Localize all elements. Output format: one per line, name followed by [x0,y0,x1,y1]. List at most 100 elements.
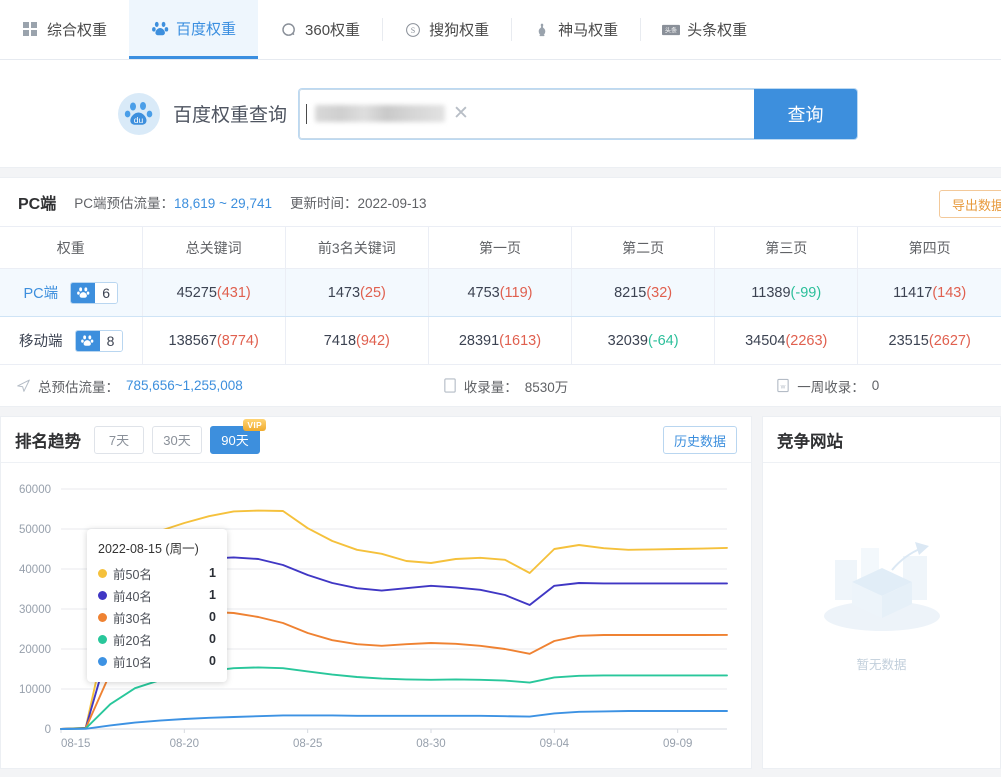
range-90d-button[interactable]: 90天 VIP [210,426,260,454]
rank-trend-chart[interactable]: 010000200003000040000500006000008-1508-2… [1,463,753,763]
tab-zonghe[interactable]: 综合权重 [0,0,129,59]
svg-text:60000: 60000 [19,484,51,496]
col-page4: 第四页 [858,227,1001,269]
search-bar: ✕ 查询 [299,89,857,139]
cell-main: 34504 [745,333,785,349]
indexed-count-value: 8530万 [525,376,569,396]
cell-page3: 11389(-99) [715,269,858,317]
weight-badge: 6 [70,282,118,304]
cell-top3-keywords: 1473(25) [285,269,428,317]
cell-page1: 4753(119) [428,269,571,317]
competitor-header: 竞争网站 [763,417,1000,463]
tooltip-series-name: 前30名 [113,608,209,627]
tab-label: 搜狗权重 [429,19,489,40]
indexed-count-label: 收录量： [464,376,518,396]
total-traffic-value: 785,656~1,255,008 [126,378,243,393]
svg-text:09-04: 09-04 [540,738,570,750]
pc-overview-card: PC端 PC端预估流量：18,619 ~ 29,741 更新时间：2022-09… [0,177,1001,407]
cell-total-keywords: 138567(8774) [142,317,285,365]
col-top3-keywords: 前3名关键词 [285,227,428,269]
close-icon[interactable]: ✕ [453,104,469,123]
tab-label: 综合权重 [47,19,107,40]
svg-text:S: S [411,26,415,35]
tooltip-series-name: 前20名 [113,630,209,649]
table-row[interactable]: 移动端 8 [0,317,1001,365]
cell-main: 1473 [328,285,360,301]
tab-shenma[interactable]: 神马权重 [511,0,640,59]
tooltip-series-name: 前10名 [113,652,209,671]
empty-box-icon [807,520,957,650]
cell-delta: (1613) [499,333,541,349]
search-input[interactable]: ✕ [299,89,754,139]
range-7d-button[interactable]: 7天 [94,426,144,454]
traffic-label: PC端预估流量： [74,196,174,211]
cell-delta: (942) [356,333,390,349]
svg-text:09-09: 09-09 [663,738,692,750]
tab-sogou[interactable]: S 搜狗权重 [382,0,511,59]
search-button[interactable]: 查询 [754,89,857,139]
weekly-indexed-label: 一周收录： [797,376,865,396]
cell-total-keywords: 45275(431) [142,269,285,317]
weight-source-tabbar: 综合权重 百度权重 360权重 S [0,0,1001,60]
cell-delta: (8774) [217,333,259,349]
cell-top3-keywords: 7418(942) [285,317,428,365]
traffic-estimate: PC端预估流量：18,619 ~ 29,741 [74,192,272,212]
circle-360-icon [280,21,298,39]
tab-360[interactable]: 360权重 [258,0,382,59]
baidu-bear-logo: du [118,93,160,135]
tooltip-row: 前10名 0 [98,650,216,672]
col-page2: 第二页 [572,227,715,269]
tooltip-row: 前50名 1 [98,562,216,584]
tooltip-series-value: 0 [209,632,216,646]
tooltip-series-value: 0 [209,610,216,624]
svg-text:0: 0 [45,724,51,736]
table-row[interactable]: PC端 6 [0,269,1001,317]
search-panel: du 百度权重查询 ✕ 查询 [0,60,1001,168]
svg-text:08-20: 08-20 [170,738,199,750]
col-weight: 权重 [0,227,142,269]
row-device-label: 移动端 [19,330,63,351]
competitor-panel: 竞争网站 暂无数据 [762,416,1001,769]
traffic-value: 18,619 ~ 29,741 [174,196,272,211]
row-device-cell: PC端 6 [0,269,142,317]
cell-delta: (-64) [648,333,679,349]
col-page3: 第三页 [715,227,858,269]
tooltip-series-value: 0 [209,654,216,668]
rank-trend-title: 排名趋势 [15,428,81,452]
document-icon [443,378,457,393]
cell-delta: (25) [360,285,386,301]
paper-plane-icon [16,378,31,393]
range-30d-button[interactable]: 30天 [152,426,202,454]
tab-baidu[interactable]: 百度权重 [129,0,258,59]
grid-icon [22,21,40,39]
svg-text:头条: 头条 [665,26,677,34]
table-header-row: 权重 总关键词 前3名关键词 第一页 第二页 第三页 第四页 [0,227,1001,269]
rank-trend-header: 排名趋势 7天 30天 90天 VIP 历史数据 [1,417,751,463]
tooltip-series-value: 1 [209,566,216,580]
weight-badge-value: 6 [95,283,117,303]
tooltip-row: 前40名 1 [98,584,216,606]
vip-badge: VIP [243,419,266,431]
rank-trend-panel: 排名趋势 7天 30天 90天 VIP 历史数据 010000200003000… [0,416,752,769]
empty-state-text: 暂无数据 [856,654,906,673]
export-data-button[interactable]: 导出数据 [939,190,1001,218]
chart-tooltip: 2022-08-15 (周一) 前50名 1 前40名 1 前30名 0 [87,529,227,682]
total-traffic-stat: 总预估流量：785,656~1,255,008 [0,376,243,396]
history-data-button[interactable]: 历史数据 [663,426,737,454]
range-selector: 7天 30天 90天 VIP [94,426,260,454]
svg-text:w: w [780,383,786,390]
update-label: 更新时间： [290,196,358,211]
weight-badge: 8 [75,330,123,352]
word-doc-icon: w [776,378,790,393]
update-value: 2022-09-13 [357,196,426,211]
weight-badge-value: 8 [100,331,122,351]
competitor-title: 竞争网站 [777,428,843,452]
weekly-indexed-value: 0 [872,378,880,393]
cell-delta: (-99) [791,285,822,301]
cell-main: 28391 [459,333,499,349]
cell-main: 32039 [608,333,648,349]
cell-page2: 32039(-64) [572,317,715,365]
cell-main: 11389 [751,285,790,301]
tab-toutiao[interactable]: 头条 头条权重 [640,0,769,59]
svg-text:08-25: 08-25 [293,738,322,750]
